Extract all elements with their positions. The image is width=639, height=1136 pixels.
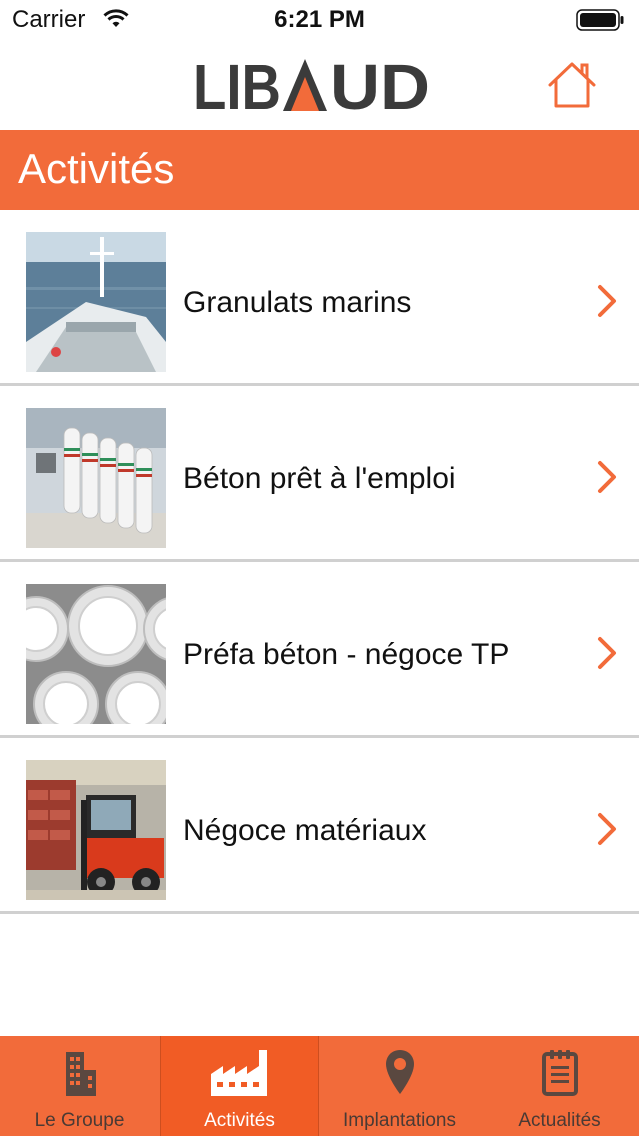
list-item-prefa[interactable]: Préfa béton - négoce TP	[0, 562, 639, 738]
tab-label: Actualités	[518, 1110, 601, 1131]
list-item-label: Granulats marins	[183, 286, 412, 319]
map-pin-icon	[320, 1048, 479, 1103]
battery-icon	[576, 9, 624, 31]
home-icon	[548, 62, 596, 108]
list-item-label: Préfa béton - négoce TP	[183, 638, 510, 671]
tab-label: Le Groupe	[34, 1110, 125, 1131]
factory-icon	[160, 1048, 319, 1103]
tab-le-groupe[interactable]: Le Groupe	[0, 1036, 159, 1136]
page-title: Activités	[18, 145, 175, 192]
concrete-pipes-photo	[26, 584, 166, 724]
svg-text:UD: UD	[330, 55, 430, 115]
forklift-photo	[26, 760, 166, 900]
ship-photo	[26, 232, 166, 372]
list-item-label: Négoce matériaux	[183, 814, 427, 847]
home-button[interactable]	[545, 59, 599, 111]
status-bar: Carrier 6:21 PM	[0, 0, 639, 42]
libaud-logo: LIB UD	[193, 51, 433, 123]
tab-implantations[interactable]: Implantations	[320, 1036, 479, 1136]
chevron-right-icon	[596, 812, 618, 851]
tab-label: Activités	[204, 1110, 275, 1131]
list-item-beton[interactable]: Béton prêt à l'emploi	[0, 386, 639, 562]
app-header: LIB UD	[0, 42, 639, 130]
section-header: Activités	[0, 130, 639, 210]
list-item-negoce[interactable]: Négoce matériaux	[0, 738, 639, 914]
status-time: 6:21 PM	[274, 6, 365, 33]
chevron-right-icon	[596, 284, 618, 323]
tab-label: Implantations	[342, 1110, 456, 1131]
tab-bar: Le Groupe Activités Implantations Actual…	[0, 1036, 639, 1136]
concrete-silo-photo	[26, 408, 166, 548]
tab-activites[interactable]: Activités	[160, 1036, 319, 1136]
svg-text:LIB: LIB	[193, 55, 281, 115]
list-item-granulats[interactable]: Granulats marins	[0, 210, 639, 386]
list-item-label: Béton prêt à l'emploi	[183, 462, 456, 495]
building-icon	[0, 1048, 159, 1103]
tab-actualites[interactable]: Actualités	[480, 1036, 639, 1136]
chevron-right-icon	[596, 636, 618, 675]
notepad-icon	[480, 1048, 639, 1103]
chevron-right-icon	[596, 460, 618, 499]
activity-list: Granulats marins Béton prêt à l'emploi P…	[0, 210, 639, 914]
